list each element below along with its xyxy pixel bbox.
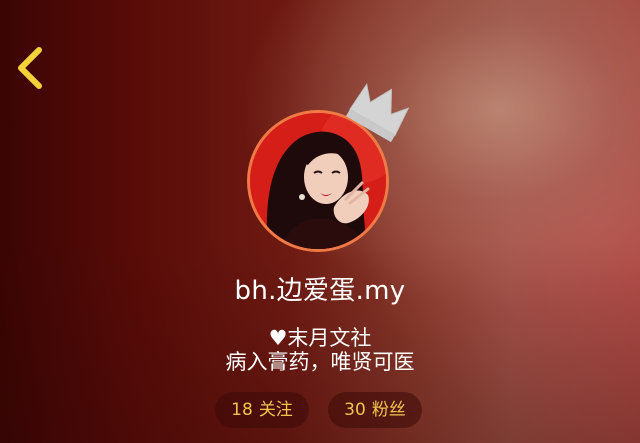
following-label: 关注 bbox=[258, 400, 293, 420]
crown-icon bbox=[345, 82, 410, 143]
fans-stat-button[interactable]: 30 粉丝 bbox=[328, 392, 422, 428]
chevron-left-icon bbox=[18, 47, 42, 89]
following-stat-button[interactable]: 18 关注 bbox=[215, 392, 309, 428]
bio-line-2: 病入膏药，唯贤可医 bbox=[225, 350, 415, 374]
back-button[interactable] bbox=[12, 44, 52, 92]
following-count: 18 bbox=[231, 400, 253, 420]
profile-page: bh.边爱蛋.my ♥末月文社 病入膏药，唯贤可医 18 关注 30 粉丝 bbox=[0, 0, 640, 443]
username: bh.边爱蛋.my bbox=[234, 276, 406, 306]
fans-label: 粉丝 bbox=[371, 400, 406, 420]
fans-count: 30 bbox=[344, 400, 366, 420]
